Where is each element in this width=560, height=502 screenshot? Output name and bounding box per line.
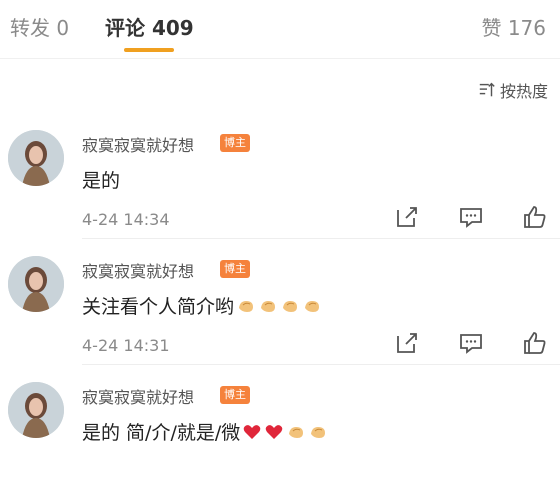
username[interactable]: 寂寞寂寞就好想 [82, 258, 194, 282]
timestamp: 4-24 14:34 [82, 210, 170, 229]
tab-like[interactable]: 赞 176 [481, 12, 546, 41]
comment-text-value: 关注看个人简介哟 [82, 296, 235, 318]
clap-emoji-icon [289, 426, 304, 438]
comment-text-value: 是的 简/介/就是/微 [82, 422, 241, 444]
tab-comment[interactable]: 评论 409 [105, 12, 194, 41]
author-badge: 博主 [220, 260, 250, 278]
share-icon[interactable] [394, 204, 420, 230]
like-icon[interactable] [522, 204, 548, 230]
active-tab-indicator [124, 48, 174, 52]
divider [0, 58, 560, 59]
sort-icon [479, 82, 495, 97]
share-icon[interactable] [394, 330, 420, 356]
author-badge: 博主 [220, 134, 250, 152]
row-divider [82, 364, 560, 365]
like-icon[interactable] [522, 330, 548, 356]
comment-text: 是的 [82, 166, 120, 193]
clap-emoji-icon [305, 300, 320, 312]
comment-icon[interactable] [458, 330, 484, 356]
clap-emoji-icon [239, 300, 254, 312]
sort-toggle[interactable]: 按热度 [478, 78, 548, 102]
comment-tabs: 转发 0 评论 409 赞 176 [0, 0, 560, 56]
comment-text-value: 是的 [82, 170, 121, 192]
heart-emoji-icon [243, 424, 261, 439]
author-badge: 博主 [220, 386, 250, 404]
clap-emoji-icon [261, 300, 276, 312]
comment-actions [394, 330, 548, 356]
comment-text: 是的 简/介/就是/微 [82, 418, 328, 445]
comment-item: 寂寞寂寞就好想 博主 关注看个人简介哟 4-24 14:31 [0, 256, 560, 376]
comment-actions [394, 204, 548, 230]
comment-item: 寂寞寂寞就好想 博主 是的 简/介/就是/微 [0, 382, 560, 502]
comment-text: 关注看个人简介哟 [82, 292, 322, 319]
comment-icon[interactable] [458, 204, 484, 230]
tab-repost[interactable]: 转发 0 [10, 12, 69, 41]
avatar[interactable] [8, 256, 64, 312]
row-divider [82, 238, 560, 239]
avatar[interactable] [8, 130, 64, 186]
sort-label: 按热度 [499, 82, 548, 101]
comment-item: 寂寞寂寞就好想 博主 是的 4-24 14:34 [0, 130, 560, 250]
clap-emoji-icon [311, 426, 326, 438]
heart-emoji-icon [265, 424, 283, 439]
username[interactable]: 寂寞寂寞就好想 [82, 384, 194, 408]
timestamp: 4-24 14:31 [82, 336, 170, 355]
avatar[interactable] [8, 382, 64, 438]
clap-emoji-icon [283, 300, 298, 312]
username[interactable]: 寂寞寂寞就好想 [82, 132, 194, 156]
